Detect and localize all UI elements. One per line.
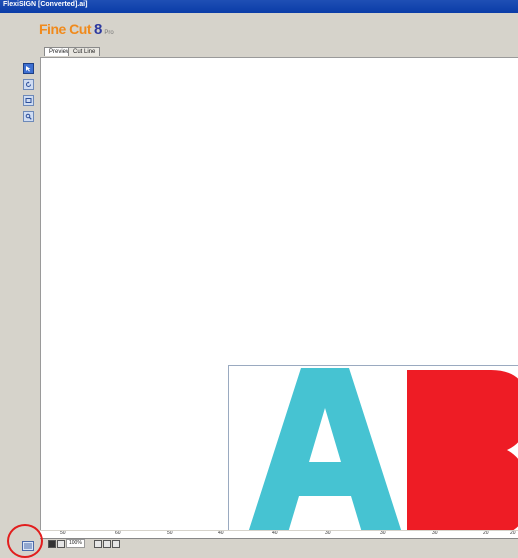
logo-text: Fine Cut — [39, 21, 92, 37]
rotate-tool-button[interactable] — [23, 79, 34, 90]
frame-icon — [25, 98, 32, 103]
ruler-label: 30 — [325, 531, 331, 536]
status-controls: 100% — [48, 539, 120, 548]
zoom-reset-button[interactable] — [111, 539, 120, 548]
preview-canvas[interactable] — [40, 57, 518, 530]
tab-cut-line[interactable]: Cut Line — [68, 47, 101, 56]
fine-cut-logo: Fine Cut 8 Pro — [39, 21, 114, 39]
artwork-letters — [248, 368, 518, 530]
select-tool-button[interactable] — [23, 63, 34, 74]
title-bar: FlexiSIGN [Converted].ai] — [0, 0, 518, 13]
vertical-toolbar — [20, 57, 38, 532]
horizontal-ruler[interactable]: 50 60 50 40 40 30 30 30 20 20 — [40, 531, 518, 539]
logo-version: 8 — [94, 21, 103, 38]
ruler-label: 20 — [510, 531, 516, 536]
zoom-in-button[interactable] — [102, 539, 111, 548]
actual-size-button[interactable] — [57, 539, 65, 548]
logo-suffix: Pro — [104, 30, 114, 36]
ruler-label: 50 — [167, 531, 173, 536]
rotate-icon — [26, 81, 31, 87]
zoom-out-button[interactable] — [93, 539, 102, 548]
highlight-circle — [7, 524, 43, 558]
arrow-select-icon — [26, 66, 31, 72]
window-title: FlexiSIGN [Converted].ai] — [3, 1, 88, 8]
zoom-tool-button[interactable] — [23, 111, 34, 122]
letter-b-shape — [407, 370, 518, 530]
bottom-bar: 50 60 50 40 40 30 30 30 20 20 100% — [40, 531, 518, 554]
ruler-label: 40 — [272, 531, 278, 536]
artwork-frame[interactable] — [228, 365, 518, 530]
ruler-label: 30 — [432, 531, 438, 536]
frame-tool-button[interactable] — [23, 95, 34, 106]
fit-page-button[interactable] — [48, 539, 56, 548]
ruler-label: 60 — [115, 531, 121, 536]
letter-a-shape — [248, 368, 402, 530]
zoom-icon — [25, 113, 32, 120]
ruler-label: 30 — [380, 531, 386, 536]
ruler-label: 20 — [483, 531, 489, 536]
ruler-label: 40 — [218, 531, 224, 536]
ruler-label: 50 — [60, 531, 66, 536]
zoom-level[interactable]: 100% — [66, 539, 85, 548]
